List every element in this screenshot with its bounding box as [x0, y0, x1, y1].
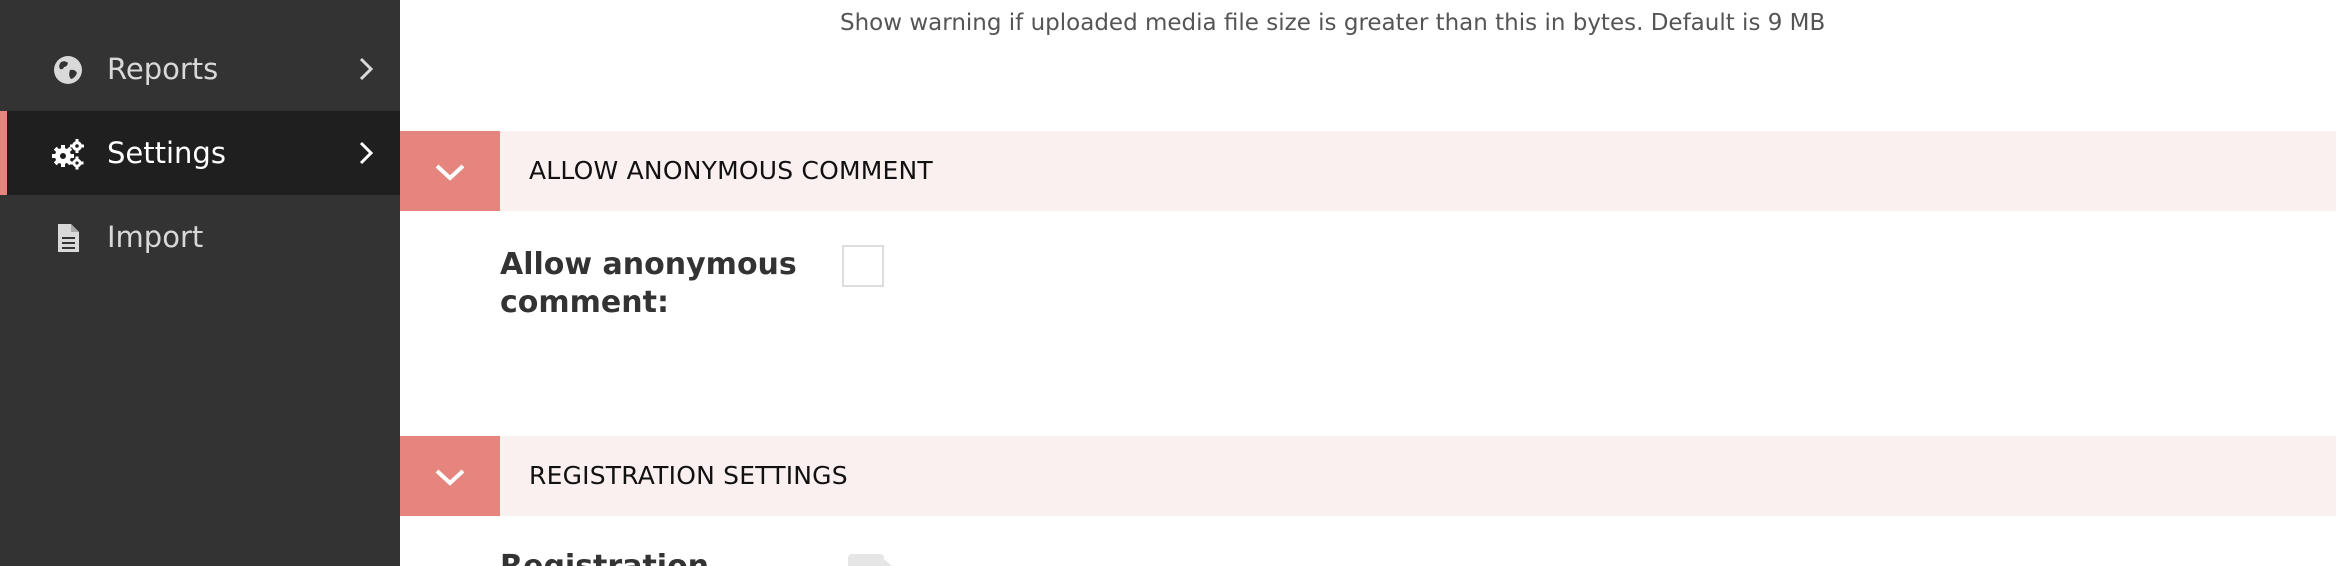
allow-anonymous-comment-label: Allow anonymous comment:	[500, 247, 797, 320]
active-indicator	[0, 111, 7, 195]
partial-nav-icon	[52, 0, 82, 4]
sidebar-item-label: Import	[107, 220, 204, 254]
file-icon	[58, 224, 79, 252]
section-header-anonymous-comment: ALLOW ANONYMOUS COMMENT	[400, 131, 2336, 211]
chevron-down-icon	[435, 164, 465, 181]
gears-icon	[52, 139, 84, 170]
chevron-right-icon	[359, 57, 374, 81]
section-title: REGISTRATION SETTINGS	[529, 461, 848, 490]
collapse-toggle-button[interactable]	[400, 436, 500, 516]
settings-content: Show warning if uploaded media file size…	[400, 0, 2336, 566]
section-header-registration-settings: REGISTRATION SETTINGS	[400, 436, 2336, 516]
sidebar-item-label: Settings	[107, 136, 226, 170]
sidebar-item-import[interactable]: Import	[0, 195, 400, 279]
sidebar-item-settings[interactable]: Settings	[0, 111, 400, 195]
allow-anonymous-comment-checkbox[interactable]	[842, 245, 884, 287]
sidebar: Reports Settings Import	[0, 0, 400, 566]
globe-icon	[54, 56, 82, 84]
sidebar-item-reports[interactable]: Reports	[0, 27, 400, 111]
chevron-down-icon	[435, 469, 465, 486]
collapse-toggle-button[interactable]	[400, 131, 500, 211]
chevron-right-icon	[359, 141, 374, 165]
registration-toggle[interactable]	[848, 554, 896, 566]
sidebar-item-label: Reports	[107, 52, 219, 86]
registration-field-label: Registration	[500, 548, 800, 566]
media-size-help-text: Show warning if uploaded media file size…	[840, 10, 1826, 36]
section-title: ALLOW ANONYMOUS COMMENT	[529, 156, 933, 185]
